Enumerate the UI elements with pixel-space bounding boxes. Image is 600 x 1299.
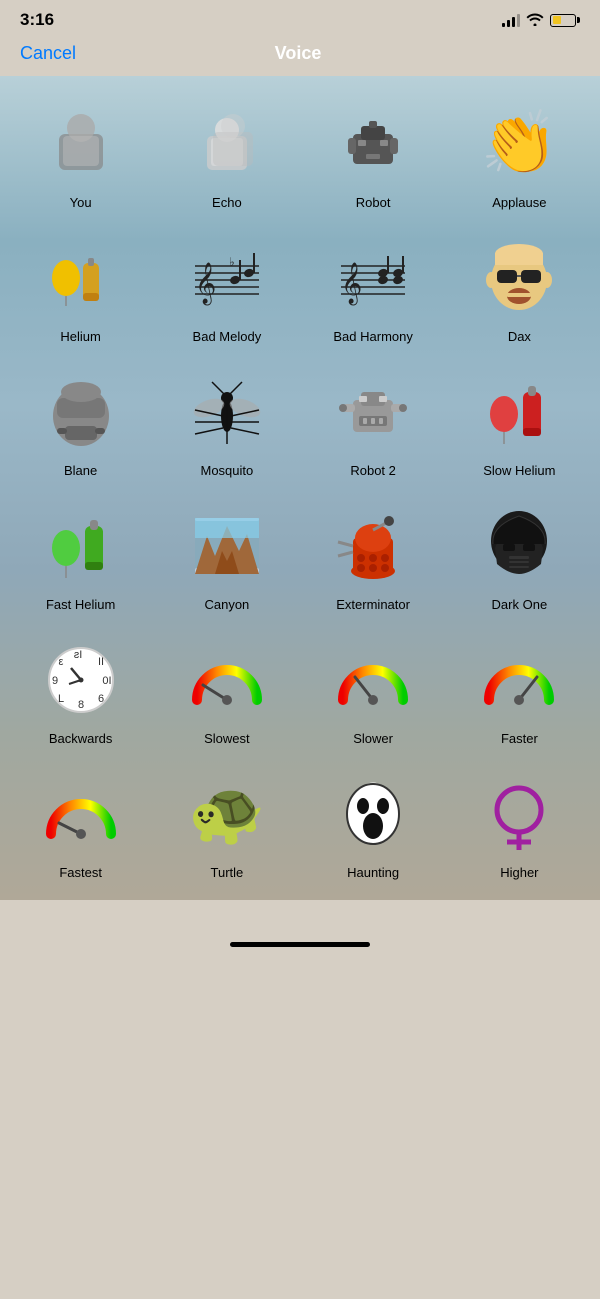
voice-item-dax[interactable]: Dax <box>449 225 590 354</box>
voice-grid-area: You Echo <box>0 76 600 900</box>
signal-icon <box>502 13 520 27</box>
bad-harmony-label: Bad Harmony <box>333 329 412 344</box>
blane-label: Blane <box>64 463 97 478</box>
voice-item-haunting[interactable]: Haunting <box>303 761 444 890</box>
voice-item-slow-helium[interactable]: Slow Helium <box>449 359 590 488</box>
voice-item-echo[interactable]: Echo <box>156 91 297 220</box>
fastest-label: Fastest <box>59 865 102 880</box>
robot-icon <box>328 99 418 189</box>
robot-label: Robot <box>356 195 391 210</box>
voice-item-canyon[interactable]: Canyon <box>156 493 297 622</box>
page-title: Voice <box>275 43 322 64</box>
dax-icon <box>474 233 564 323</box>
nav-bar: Cancel Voice <box>0 35 600 76</box>
slow-helium-label: Slow Helium <box>483 463 555 478</box>
mosquito-icon <box>182 367 272 457</box>
svg-text:6: 6 <box>98 693 104 705</box>
wifi-icon <box>526 12 544 29</box>
voice-item-blane[interactable]: Blane <box>10 359 151 488</box>
svg-text:0I: 0I <box>102 675 111 687</box>
backwards-icon: ƨI II 0I 6 8 L 9 ε <box>36 635 126 725</box>
voice-item-faster[interactable]: Faster <box>449 627 590 756</box>
fast-helium-label: Fast Helium <box>46 597 115 612</box>
applause-icon: 👏 <box>474 99 564 189</box>
voice-item-fastest[interactable]: Fastest <box>10 761 151 890</box>
slowest-gauge-icon <box>182 635 272 725</box>
higher-label: Higher <box>500 865 538 880</box>
svg-text:𝄞: 𝄞 <box>195 262 216 305</box>
faster-label: Faster <box>501 731 538 746</box>
robot2-label: Robot 2 <box>350 463 396 478</box>
voice-item-applause[interactable]: 👏 Applause <box>449 91 590 220</box>
you-label: You <box>70 195 92 210</box>
voice-item-dark-one[interactable]: Dark One <box>449 493 590 622</box>
dark-one-label: Dark One <box>492 597 548 612</box>
voice-item-helium[interactable]: Helium <box>10 225 151 354</box>
svg-text:ƨI: ƨI <box>73 649 82 661</box>
svg-text:𝄞: 𝄞 <box>341 262 362 305</box>
svg-text:ε: ε <box>58 656 63 668</box>
home-bar <box>230 942 370 947</box>
bad-melody-icon: 𝄞 ♭ <box>182 233 272 323</box>
voice-item-robot[interactable]: Robot <box>303 91 444 220</box>
backwards-label: Backwards <box>49 731 113 746</box>
canyon-icon <box>182 501 272 591</box>
svg-text:♭: ♭ <box>229 255 235 269</box>
canyon-label: Canyon <box>204 597 249 612</box>
exterminator-icon <box>328 501 418 591</box>
turtle-icon: 🐢 <box>182 769 272 859</box>
voice-item-exterminator[interactable]: Exterminator <box>303 493 444 622</box>
faster-gauge-icon <box>474 635 564 725</box>
status-time: 3:16 <box>20 10 54 30</box>
battery-icon <box>550 14 580 27</box>
mosquito-label: Mosquito <box>201 463 254 478</box>
slowest-label: Slowest <box>204 731 250 746</box>
blane-icon <box>36 367 126 457</box>
voice-item-slower[interactable]: Slower <box>303 627 444 756</box>
voice-grid: You Echo <box>10 91 590 890</box>
bottom-area <box>0 900 600 930</box>
dax-label: Dax <box>508 329 531 344</box>
voice-item-robot2[interactable]: Robot 2 <box>303 359 444 488</box>
slower-label: Slower <box>353 731 393 746</box>
fastest-gauge-icon <box>36 769 126 859</box>
bad-melody-label: Bad Melody <box>193 329 262 344</box>
turtle-label: Turtle <box>211 865 244 880</box>
status-icons <box>502 12 580 29</box>
voice-item-bad-harmony[interactable]: 𝄞 Bad Harmony <box>303 225 444 354</box>
echo-icon <box>182 99 272 189</box>
you-icon <box>36 99 126 189</box>
fast-helium-icon <box>36 501 126 591</box>
helium-label: Helium <box>60 329 100 344</box>
voice-item-backwards[interactable]: ƨI II 0I 6 8 L 9 ε Backwards <box>10 627 151 756</box>
svg-text:8: 8 <box>78 699 84 711</box>
exterminator-label: Exterminator <box>336 597 410 612</box>
cancel-button[interactable]: Cancel <box>20 43 76 64</box>
voice-item-higher[interactable]: Higher <box>449 761 590 890</box>
bad-harmony-icon: 𝄞 <box>328 233 418 323</box>
applause-label: Applause <box>492 195 546 210</box>
slow-helium-icon <box>474 367 564 457</box>
voice-item-bad-melody[interactable]: 𝄞 ♭ Bad Melody <box>156 225 297 354</box>
higher-icon <box>474 769 564 859</box>
voice-item-turtle[interactable]: 🐢 Turtle <box>156 761 297 890</box>
svg-text:L: L <box>58 693 64 705</box>
voice-item-fast-helium[interactable]: Fast Helium <box>10 493 151 622</box>
svg-text:9: 9 <box>52 675 58 687</box>
slower-gauge-icon <box>328 635 418 725</box>
svg-text:II: II <box>98 656 104 668</box>
voice-item-mosquito[interactable]: Mosquito <box>156 359 297 488</box>
haunting-icon <box>328 769 418 859</box>
helium-icon <box>36 233 126 323</box>
home-indicator-area <box>0 930 600 955</box>
status-bar: 3:16 <box>0 0 600 35</box>
haunting-label: Haunting <box>347 865 399 880</box>
dark-one-icon <box>474 501 564 591</box>
robot2-icon <box>328 367 418 457</box>
voice-item-you[interactable]: You <box>10 91 151 220</box>
echo-label: Echo <box>212 195 242 210</box>
voice-item-slowest[interactable]: Slowest <box>156 627 297 756</box>
